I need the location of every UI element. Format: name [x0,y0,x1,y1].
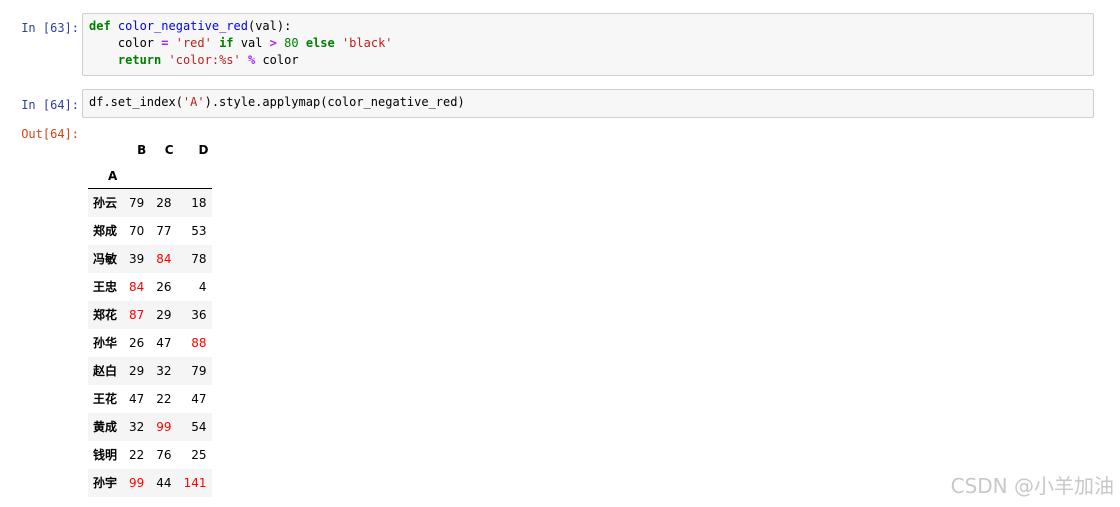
cell-d: 53 [191,223,207,238]
keyword-if: if [219,36,234,50]
cell-b: 26 [129,335,145,350]
blank-header [177,163,213,189]
cell-b: 39 [129,251,145,266]
cell-b: 99 [129,475,145,490]
cell-b: 87 [129,307,145,322]
table-row: 钱明 22 76 25 [88,441,212,469]
row-index: 王花 [93,392,118,406]
cell-b: 84 [129,279,145,294]
code-text: color [255,53,299,67]
row-index: 黄成 [93,420,118,434]
table-row: 王花 47 22 47 [88,385,212,413]
cell-c: 28 [156,195,172,210]
cell-d: 54 [191,419,207,434]
table-row: 冯敏 39 84 78 [88,244,213,273]
table-row: 黄成 32 99 54 [88,412,213,441]
cell-d: 47 [191,391,207,406]
function-name: color_negative_red [117,19,248,33]
cell-d: 18 [191,195,207,210]
styled-dataframe: B C D A 孙云 79 28 18 郑成 70 77 53 冯敏 39 84 78 王忠 84 26 4 郑… [88,136,213,497]
code-text: df.set_index( [89,95,183,109]
cell-b: 22 [129,447,145,462]
table-row: 郑成 70 77 53 [88,217,212,245]
blank-header [123,163,151,189]
cell-c: 99 [156,419,172,434]
table-row: 王忠 84 26 4 [88,273,212,301]
table-row: 赵白 29 32 79 [88,356,213,385]
table-row: 孙华 26 47 88 [88,329,212,357]
string-format: 'color:%s' [168,53,241,67]
string-red: 'red' [175,36,212,50]
column-header: B [137,142,147,157]
cell-d: 4 [198,279,207,294]
row-index: 王忠 [93,280,118,294]
watermark: CSDN @小羊加油 [950,474,1114,498]
column-header-row: B C D [88,136,212,163]
row-index: 孙华 [93,336,118,350]
cell-c: 29 [156,307,172,322]
cell-c: 84 [156,251,172,266]
row-index: 冯敏 [93,252,118,266]
table-row: 孙云 79 28 18 [88,188,213,217]
index-name-row: A [88,163,213,189]
input-prompt-63: In [63]: [21,21,79,35]
keyword-def: def [89,19,111,33]
cell-b: 79 [129,195,145,210]
code-cell-63[interactable]: def color_negative_red(val): color = 're… [82,13,1094,76]
row-index: 郑成 [93,224,118,238]
cell-b: 32 [129,419,145,434]
row-index: 郑花 [93,308,118,322]
code-text: val [233,36,270,50]
blank-header [150,163,178,189]
cell-c: 22 [156,391,172,406]
cell-b: 29 [129,363,145,378]
row-index: 钱明 [93,448,118,462]
code-text: ).style.applymap(color_negative_red) [204,95,465,109]
cell-c: 76 [156,447,172,462]
output-prompt-64: Out[64]: [21,127,79,141]
code-text: color [89,36,162,50]
row-index: 赵白 [93,364,118,378]
cell-d: 88 [191,335,207,350]
code-text: (val): [247,19,292,33]
row-index: 孙宇 [93,476,118,490]
index-name: A [88,163,124,189]
cell-c: 32 [156,363,172,378]
table-row: 孙宇 99 44 141 [88,468,213,497]
column-header: D [198,142,209,157]
cell-b: 70 [129,223,145,238]
column-header: C [164,142,174,157]
blank-corner [88,136,123,163]
row-index: 孙云 [93,196,118,211]
cell-c: 44 [156,475,172,490]
cell-b: 47 [129,391,145,406]
keyword-return: return [117,53,162,67]
cell-c: 47 [156,335,172,350]
keyword-else: else [305,36,335,50]
number-literal: 80 [284,36,299,50]
operator-gt: > [269,36,277,50]
code-cell-64[interactable]: df.set_index('A').style.applymap(color_n… [82,89,1094,118]
cell-d: 79 [191,363,207,378]
cell-d: 25 [191,447,207,462]
notebook: In [63]: def color_negative_red(val): co… [0,0,1120,507]
string-black: 'black' [341,36,393,50]
cell-d: 78 [191,251,207,266]
input-prompt-64: In [64]: [21,98,79,112]
cell-c: 26 [156,279,172,294]
cell-d: 141 [183,475,207,490]
table-row: 郑花 87 29 36 [88,300,213,329]
cell-d: 36 [191,307,207,322]
cell-c: 77 [156,223,172,238]
string-literal: 'A' [182,95,205,109]
